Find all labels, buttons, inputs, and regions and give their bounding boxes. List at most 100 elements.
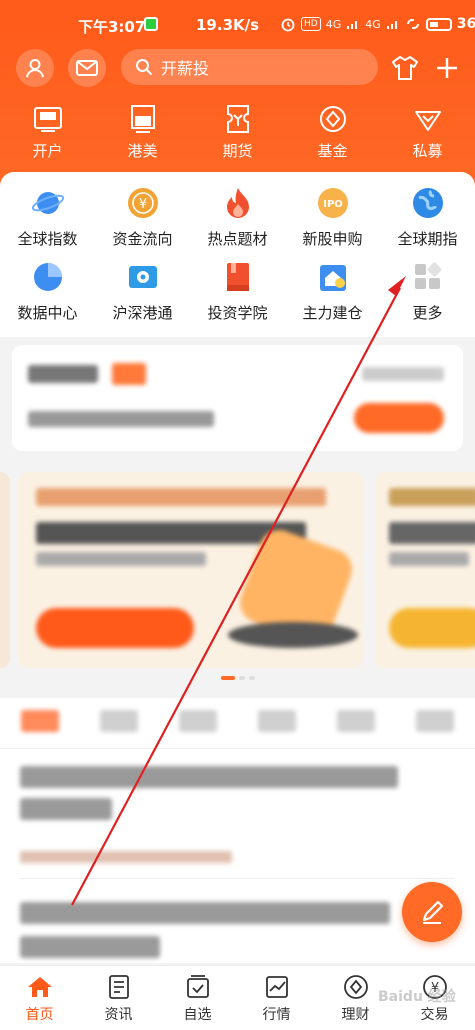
quick-item-label: 港美 bbox=[127, 142, 158, 160]
carousel-dot bbox=[249, 676, 255, 680]
shirt-icon bbox=[392, 56, 418, 80]
fund-diamond-icon bbox=[316, 104, 350, 134]
carousel-dot bbox=[239, 676, 245, 680]
profile-button[interactable] bbox=[16, 49, 54, 87]
function-grid: 全球指数 ¥ 资金流向 热点题材 IPO 新股申购 全球期指 数据中心 沪深港通… bbox=[0, 172, 475, 337]
quick-item-fund[interactable]: 基金 bbox=[285, 104, 380, 164]
planet-icon bbox=[31, 186, 65, 220]
quick-item-label: 私募 bbox=[412, 142, 443, 160]
pencil-icon bbox=[422, 900, 444, 924]
nav-label: 行情 bbox=[262, 1007, 291, 1023]
nav-label: 自选 bbox=[183, 1007, 212, 1023]
grid-item-more[interactable]: 更多 bbox=[380, 260, 475, 323]
messages-button[interactable] bbox=[68, 49, 106, 87]
nav-news[interactable]: 资讯 bbox=[79, 966, 158, 1030]
signal-4g-1: 4G bbox=[325, 17, 342, 31]
news-tab[interactable] bbox=[178, 710, 217, 732]
skin-button[interactable] bbox=[388, 51, 422, 85]
nav-home[interactable]: 首页 bbox=[0, 966, 79, 1030]
grid-item-main-position[interactable]: 主力建仓 bbox=[285, 260, 380, 323]
link-icon bbox=[406, 19, 419, 29]
promo-banner[interactable] bbox=[18, 472, 363, 668]
nav-label: 首页 bbox=[25, 1007, 54, 1023]
grid-item-label: 投资学院 bbox=[207, 304, 268, 322]
futures-ticket-icon bbox=[221, 104, 255, 134]
flame-icon bbox=[221, 186, 255, 220]
compose-fab[interactable] bbox=[402, 882, 462, 942]
globe-icon bbox=[411, 186, 445, 220]
grid-item-label: 主力建仓 bbox=[302, 304, 363, 322]
news-tab[interactable] bbox=[258, 710, 297, 732]
signal-4g-2: 4G bbox=[365, 17, 381, 31]
grid-item-label: 热点题材 bbox=[207, 230, 268, 248]
app-header: 下午3:07 19.3K/s HD 4G 4G 36% 开薪投 bbox=[0, 0, 475, 200]
news-tab-active[interactable] bbox=[20, 710, 59, 732]
battery-percent: 36% bbox=[456, 16, 475, 32]
quick-item-label: 开户 bbox=[32, 142, 63, 160]
market-chart-icon bbox=[263, 974, 291, 1000]
search-icon bbox=[136, 59, 153, 76]
notification-app-icon bbox=[144, 17, 158, 31]
signal-bars-icon bbox=[347, 21, 358, 29]
home-icon bbox=[26, 974, 54, 1000]
promo-banner-next[interactable] bbox=[375, 472, 475, 668]
add-button[interactable] bbox=[430, 51, 464, 85]
quick-item-label: 基金 bbox=[317, 142, 348, 160]
quick-item-open-account[interactable]: 开户 bbox=[0, 104, 95, 164]
nav-watchlist[interactable]: 自选 bbox=[158, 966, 237, 1030]
network-speed: 19.3K/s bbox=[196, 16, 260, 34]
grid-item-hot-topics[interactable]: 热点题材 bbox=[190, 186, 285, 249]
grid-item-label: 更多 bbox=[412, 304, 443, 322]
nav-label: 交易 bbox=[420, 1007, 449, 1023]
quick-item-futures[interactable]: 期货 bbox=[190, 104, 285, 164]
hk-flag-icon bbox=[126, 260, 160, 294]
banner-peek-left bbox=[0, 472, 10, 668]
grid-item-label: 新股申购 bbox=[302, 230, 363, 248]
grid-item-investment-academy[interactable]: 投资学院 bbox=[190, 260, 285, 323]
grid-row-1: 全球指数 ¥ 资金流向 热点题材 IPO 新股申购 全球期指 bbox=[0, 186, 475, 249]
quick-item-hk-us[interactable]: 港美 bbox=[95, 104, 190, 164]
news-tab[interactable] bbox=[99, 710, 138, 732]
grid-row-2: 数据中心 沪深港通 投资学院 主力建仓 更多 bbox=[0, 260, 475, 323]
plus-icon bbox=[437, 58, 457, 78]
book-icon bbox=[221, 260, 255, 294]
grid-item-label: 全球指数 bbox=[17, 230, 78, 248]
nav-label: 资讯 bbox=[104, 1007, 133, 1023]
nav-label: 理财 bbox=[341, 1007, 370, 1023]
finance-diamond-icon bbox=[342, 974, 370, 1000]
hd-badge: HD bbox=[301, 17, 321, 31]
carousel-dots bbox=[221, 676, 255, 680]
search-input[interactable]: 开薪投 bbox=[121, 49, 378, 85]
news-tab[interactable] bbox=[337, 710, 376, 732]
grid-item-capital-flow[interactable]: ¥ 资金流向 bbox=[95, 186, 190, 249]
grid-item-global-futures[interactable]: 全球期指 bbox=[380, 186, 475, 249]
status-bar: 下午3:07 19.3K/s HD 4G 4G 36% bbox=[0, 0, 475, 46]
grid-item-global-index[interactable]: 全球指数 bbox=[0, 186, 95, 249]
quick-item-private-fund[interactable]: 私募 bbox=[380, 104, 475, 164]
grid-item-label: 沪深港通 bbox=[112, 304, 173, 322]
news-tabs bbox=[0, 710, 475, 740]
search-placeholder: 开薪投 bbox=[161, 59, 210, 78]
battery-icon bbox=[425, 17, 452, 31]
watermark: Baidu 经验 bbox=[378, 989, 456, 1005]
private-fund-icon bbox=[411, 104, 445, 134]
grid-item-label: 资金流向 bbox=[112, 230, 173, 248]
status-icons: HD 4G 4G 36% bbox=[280, 16, 475, 32]
nav-market[interactable]: 行情 bbox=[237, 966, 316, 1030]
grid-item-label: 数据中心 bbox=[17, 304, 78, 322]
user-icon bbox=[26, 59, 44, 78]
grid-item-ipo-subscription[interactable]: IPO 新股申购 bbox=[285, 186, 380, 249]
svg-text:¥: ¥ bbox=[138, 197, 146, 212]
more-grid-icon bbox=[411, 260, 445, 294]
status-time: 下午3:07 bbox=[78, 18, 146, 36]
mail-icon bbox=[76, 60, 98, 76]
alarm-icon bbox=[281, 18, 295, 32]
promo-card[interactable] bbox=[12, 345, 463, 451]
ipo-card-icon bbox=[31, 104, 65, 134]
carousel-dot-active bbox=[221, 676, 235, 680]
yuan-coin-icon: ¥ bbox=[126, 186, 160, 220]
grid-item-data-center[interactable]: 数据中心 bbox=[0, 260, 95, 323]
svg-text:IPO: IPO bbox=[323, 199, 343, 210]
grid-item-stock-connect[interactable]: 沪深港通 bbox=[95, 260, 190, 323]
news-tab[interactable] bbox=[416, 710, 455, 732]
